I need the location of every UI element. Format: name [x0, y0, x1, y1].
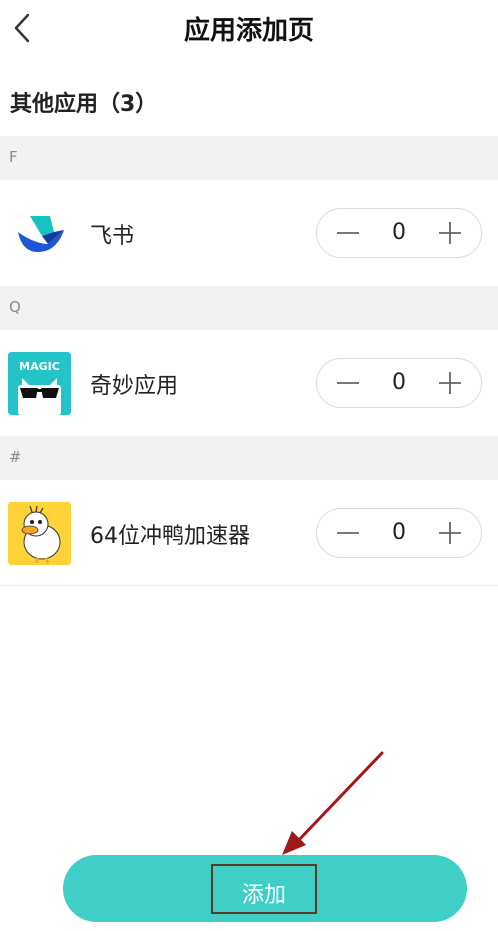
group-header-hash: # [0, 436, 498, 480]
app-name: 64位冲鸭加速器 [90, 524, 250, 549]
plus-icon [439, 372, 461, 394]
quantity-value: 0 [392, 520, 406, 545]
increment-button[interactable] [423, 209, 479, 257]
add-button-label: 添加 [241, 883, 286, 908]
plus-icon [439, 222, 461, 244]
plus-icon [439, 522, 461, 544]
app-name: 奇妙应用 [90, 374, 179, 399]
list-divider [0, 585, 498, 586]
decrement-button[interactable] [319, 209, 375, 257]
add-button[interactable]: 添加 [63, 855, 467, 922]
app-row-magic: MAGIC 奇妙应用 0 [0, 330, 498, 436]
minus-icon [337, 232, 359, 234]
page-title: 应用添加页 [183, 16, 314, 46]
feishu-icon [8, 202, 71, 265]
app-row-feishu: 飞书 0 [0, 180, 498, 286]
highlight-box: 添加 [211, 864, 317, 914]
icon-text: MAGIC [19, 360, 60, 373]
app-name: 飞书 [90, 224, 135, 249]
section-title: 其他应用（3） [10, 92, 158, 117]
duck-accelerator-icon [8, 502, 71, 565]
decrement-button[interactable] [319, 509, 375, 557]
increment-button[interactable] [423, 509, 479, 557]
minus-icon [337, 532, 359, 534]
increment-button[interactable] [423, 359, 479, 407]
quantity-value: 0 [392, 220, 406, 245]
annotation-arrow-icon [282, 751, 384, 855]
group-letter: Q [9, 298, 21, 316]
quantity-value: 0 [392, 370, 406, 395]
quantity-stepper: 0 [316, 508, 482, 558]
group-header-f: F [0, 136, 498, 180]
group-letter: # [9, 448, 22, 466]
magic-app-icon: MAGIC [8, 352, 71, 415]
top-bar: 应用添加页 [0, 0, 498, 60]
group-letter: F [9, 148, 18, 166]
quantity-stepper: 0 [316, 208, 482, 258]
decrement-button[interactable] [319, 359, 375, 407]
app-row-duck: 64位冲鸭加速器 0 [0, 480, 498, 586]
group-header-q: Q [0, 286, 498, 330]
quantity-stepper: 0 [316, 358, 482, 408]
minus-icon [337, 382, 359, 384]
